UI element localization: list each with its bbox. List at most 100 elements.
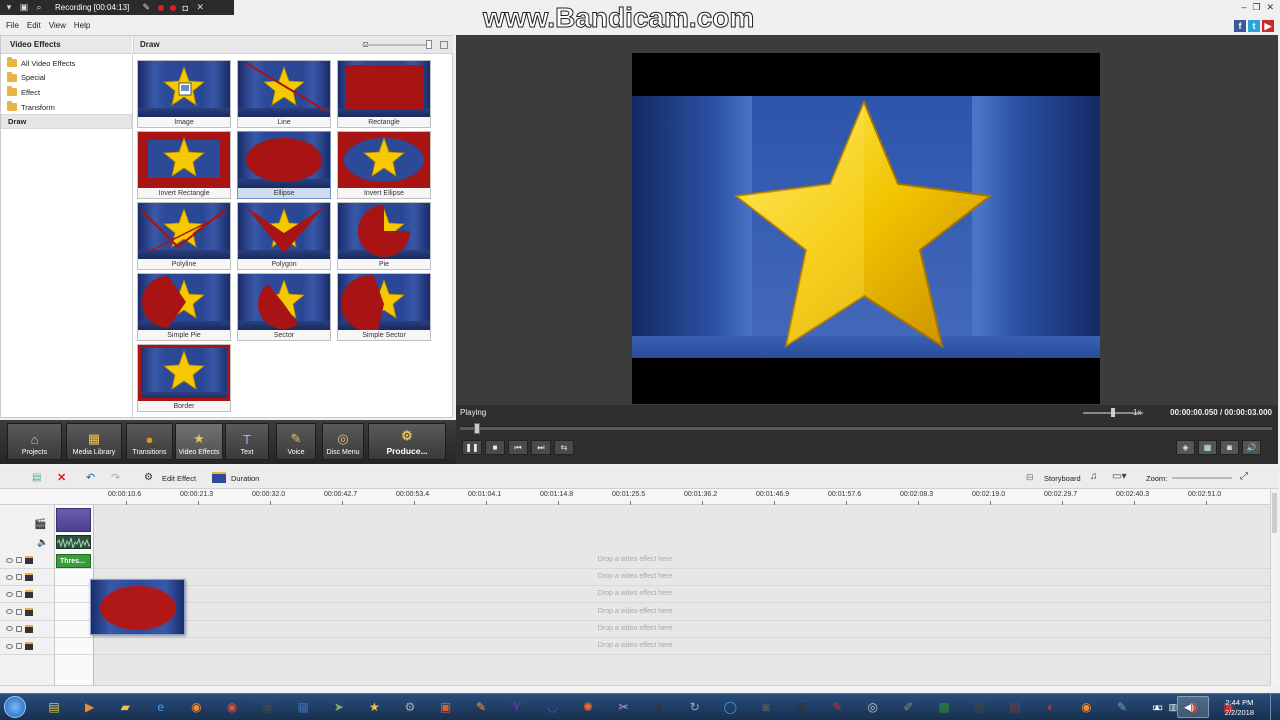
toolbar-button-media-library[interactable]: ▦ Media Library xyxy=(66,423,122,460)
tools-icon[interactable]: ✂ xyxy=(608,696,640,718)
effect-track[interactable]: Drop a video effect here xyxy=(0,569,1270,587)
menu-edit[interactable]: Edit xyxy=(27,21,41,30)
effect-line[interactable]: Line xyxy=(237,60,331,128)
window-mode-icon[interactable]: ▣ xyxy=(18,2,30,14)
toolbar-button-projects[interactable]: ⌂ Projects xyxy=(7,423,62,460)
record-dot-icon[interactable] xyxy=(158,4,165,11)
star-app-icon[interactable]: ★ xyxy=(358,696,390,718)
audio-mixer-icon[interactable]: ♫ xyxy=(1090,471,1098,482)
refresh-app-icon[interactable]: ↻ xyxy=(679,696,711,718)
effect-track[interactable]: Drop a video effect here xyxy=(0,604,1270,621)
firefox-icon-2[interactable]: ◉ xyxy=(1070,696,1102,718)
undo-icon[interactable]: ↶ xyxy=(86,471,95,484)
category-item[interactable]: All Video Effects xyxy=(1,56,132,71)
delete-icon[interactable]: ✕ xyxy=(57,471,66,484)
explorer-icon[interactable]: ▤ xyxy=(38,696,70,718)
clock[interactable]: 2:44 PM 2/2/2018 xyxy=(1225,698,1254,718)
zoom-slider[interactable] xyxy=(1172,477,1232,479)
scrub-knob[interactable] xyxy=(474,423,480,434)
toolbar-button-voice[interactable]: ✎ Voice xyxy=(276,423,316,460)
toolbar-button-produce[interactable]: ⚙ Produce... xyxy=(368,423,446,460)
effect-rectangle[interactable]: Rectangle xyxy=(337,60,431,128)
scrollbar-thumb[interactable] xyxy=(1272,493,1277,533)
menu-help[interactable]: Help xyxy=(74,21,90,30)
effect-border[interactable]: Border xyxy=(137,344,231,412)
start-button[interactable] xyxy=(4,696,26,718)
volume-button[interactable]: 🔊 xyxy=(1242,440,1261,455)
effect-track[interactable]: Drop a video effect here xyxy=(0,638,1270,655)
close-icon[interactable]: ✕ xyxy=(194,2,206,14)
effect-track[interactable]: Drop a video effect here xyxy=(0,552,1270,569)
camera-icon[interactable]: ◘ xyxy=(179,2,191,14)
edit-effect-button[interactable]: Edit Effect xyxy=(162,474,196,483)
disc-app-icon[interactable]: ◎ xyxy=(857,696,889,718)
edit-effect-icon[interactable]: ⚙ xyxy=(144,472,153,483)
search-icon[interactable]: ⌕ xyxy=(33,2,45,14)
effect-track[interactable]: Drop a video effect here xyxy=(0,586,1270,604)
notepad-icon[interactable]: ▮ xyxy=(643,696,675,718)
pen-app-icon[interactable]: ✎ xyxy=(821,696,853,718)
media-player-icon[interactable]: ▶ xyxy=(74,696,106,718)
film-app-icon[interactable]: ▥ xyxy=(964,696,996,718)
settings-button[interactable]: ▦ xyxy=(1198,440,1217,455)
speed-knob[interactable] xyxy=(1111,408,1115,417)
effect-image[interactable]: Image xyxy=(137,60,231,128)
gear-app-icon[interactable]: ⚙ xyxy=(394,696,426,718)
flame-app-icon[interactable]: ✺ xyxy=(572,696,604,718)
yahoo-icon[interactable]: Y xyxy=(501,696,533,718)
storyboard-button[interactable]: Storyboard xyxy=(1044,474,1081,483)
edit-app-icon[interactable]: ✎ xyxy=(1106,696,1138,718)
archive-app-icon[interactable]: ▧ xyxy=(999,696,1031,718)
record-dot-icon-2[interactable] xyxy=(170,4,177,11)
effect-polygon[interactable]: Polygon xyxy=(237,202,331,270)
folder-icon[interactable]: ▰ xyxy=(109,696,141,718)
recorder-app-icon[interactable]: ▩ xyxy=(928,696,960,718)
duration-button[interactable]: Duration xyxy=(231,474,259,483)
stop-button[interactable]: ■ xyxy=(485,440,505,455)
category-item[interactable]: Draw xyxy=(1,114,132,129)
snapshot-button[interactable]: ◈ xyxy=(1176,440,1195,455)
effect-track[interactable]: Drop a video effect here xyxy=(0,621,1270,638)
next-frame-button[interactable]: ⏭ xyxy=(531,440,551,455)
minimize-icon[interactable]: – xyxy=(1241,2,1246,13)
office-app-icon[interactable]: ▣ xyxy=(430,696,462,718)
close-window-icon[interactable]: ✕ xyxy=(1266,2,1274,13)
tray-arrow-icon[interactable]: ▲ xyxy=(1153,702,1162,713)
duration-icon[interactable] xyxy=(212,472,226,483)
toolbar-button-transitions[interactable]: ● Transitions xyxy=(126,423,173,460)
dragged-ellipse-effect[interactable] xyxy=(90,579,185,635)
terminal-icon[interactable]: ▣ xyxy=(786,696,818,718)
video-preview[interactable] xyxy=(632,53,1100,404)
effect-invert-rectangle[interactable]: Invert Rectangle xyxy=(137,131,231,199)
speaker-icon[interactable]: ◀) xyxy=(1184,702,1194,713)
timeline-ruler[interactable]: 00:00:10.6 00:00:21.3 00:00:32.0 00:00:42.7… xyxy=(0,489,1270,505)
effect-clip[interactable]: Thres... xyxy=(56,554,91,568)
toolbar-button-text[interactable]: T Text xyxy=(225,423,269,460)
pencil-icon[interactable]: ✎ xyxy=(140,2,152,14)
scrub-bar[interactable] xyxy=(460,423,1272,434)
effect-ellipse[interactable]: Ellipse xyxy=(237,131,331,199)
effect-simple-pie[interactable]: Simple Pie xyxy=(137,273,231,341)
previous-frame-button[interactable]: ⏮ xyxy=(508,440,528,455)
network-icon[interactable]: ▥ xyxy=(1169,702,1178,713)
pause-button[interactable]: ❚❚ xyxy=(462,440,482,455)
menu-view[interactable]: View xyxy=(49,21,66,30)
facebook-icon[interactable]: f xyxy=(1234,20,1246,32)
effect-sector[interactable]: Sector xyxy=(237,273,331,341)
monitor-icon[interactable]: ▭▾ xyxy=(1112,471,1126,482)
twitter-icon[interactable]: t xyxy=(1248,20,1260,32)
chrome-icon[interactable]: ◉ xyxy=(216,696,248,718)
effect-simple-sector[interactable]: Simple Sector xyxy=(337,273,431,341)
storyboard-icon[interactable]: ⊟ xyxy=(1026,472,1034,483)
headphones-icon[interactable]: ◡ xyxy=(536,696,568,718)
globe-icon[interactable]: ◯ xyxy=(714,696,746,718)
timeline-add-icon[interactable]: ▤ xyxy=(32,472,41,483)
camera-app-icon[interactable]: ◙ xyxy=(750,696,782,718)
slider-knob[interactable] xyxy=(426,40,432,49)
toolbar-button-disc-menu[interactable]: ◎ Disc Menu xyxy=(322,423,364,460)
effect-polyline[interactable]: Polyline xyxy=(137,202,231,270)
effect-pie[interactable]: Pie xyxy=(337,202,431,270)
category-item[interactable]: Special xyxy=(1,71,132,86)
timeline-horizontal-scrollbar[interactable] xyxy=(0,685,1270,691)
firefox-icon[interactable]: ◉ xyxy=(180,696,212,718)
